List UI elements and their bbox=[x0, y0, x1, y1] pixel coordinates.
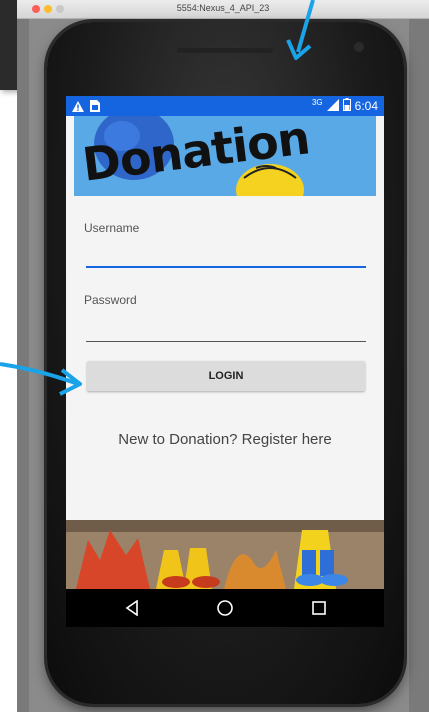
annotation-arrow-top bbox=[286, 0, 315, 60]
login-button[interactable]: LOGIN bbox=[87, 361, 365, 391]
password-underline bbox=[86, 341, 366, 342]
username-input[interactable] bbox=[86, 246, 366, 266]
front-camera bbox=[354, 42, 364, 52]
donation-banner: Donation bbox=[74, 116, 376, 196]
username-underline bbox=[86, 266, 366, 268]
annotation-arrow-left bbox=[0, 362, 82, 396]
recents-icon[interactable] bbox=[308, 597, 330, 619]
password-label: Password bbox=[84, 293, 137, 307]
phone-screen: 3G 6:04 Donation Username Password LOGIN… bbox=[66, 96, 384, 627]
emulator-titlebar: 5554:Nexus_4_API_23 bbox=[17, 0, 429, 19]
speaker-grille bbox=[177, 48, 273, 53]
home-icon[interactable] bbox=[214, 597, 236, 619]
clock: 6:04 bbox=[354, 99, 378, 113]
username-label: Username bbox=[84, 221, 140, 235]
warning-icon bbox=[72, 99, 84, 117]
status-bar: 3G 6:04 bbox=[66, 96, 384, 116]
navigation-bar bbox=[66, 589, 384, 627]
password-input[interactable] bbox=[86, 321, 366, 341]
sim-card-icon bbox=[90, 99, 100, 117]
register-link[interactable]: New to Donation? Register here bbox=[66, 431, 384, 448]
back-icon[interactable] bbox=[121, 597, 143, 619]
battery-icon bbox=[342, 98, 351, 114]
bottom-banner-art bbox=[66, 520, 384, 589]
network-type: 3G bbox=[311, 97, 323, 107]
signal-icon bbox=[326, 98, 339, 114]
emulator-title: 5554:Nexus_4_API_23 bbox=[176, 3, 270, 13]
